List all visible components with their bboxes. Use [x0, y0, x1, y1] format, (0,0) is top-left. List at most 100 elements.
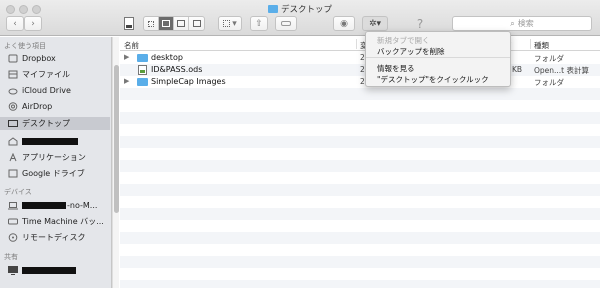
sidebar-item-desktop[interactable]: デスクトップ	[0, 117, 110, 130]
cloud-icon	[8, 88, 18, 95]
empty-row	[120, 208, 600, 220]
sidebar-item-label: Dropbox	[22, 54, 56, 63]
menu-item-open-in-new-tab[interactable]: 新規タブで開く	[377, 35, 430, 46]
empty-row	[120, 112, 600, 124]
search-field[interactable]: ⌕ 検索	[452, 16, 592, 31]
arrange-icon	[223, 20, 231, 27]
time-machine-icon	[8, 218, 18, 225]
sidebar-item-label: デスクトップ	[22, 119, 70, 128]
empty-row	[120, 268, 600, 280]
list-view-button[interactable]	[159, 17, 174, 30]
sidebar-item-icloud[interactable]: iCloud Drive	[0, 84, 110, 97]
empty-row	[120, 184, 600, 196]
sidebar-item-label: AirDrop	[22, 102, 53, 111]
empty-row	[120, 136, 600, 148]
menu-item-delete-backup[interactable]: バックアップを削除	[377, 46, 445, 57]
shared-header: 共有	[4, 253, 18, 261]
action-button[interactable]: ✲▾	[362, 16, 388, 31]
sidebar-item-google-drive[interactable]: Google ドライブ	[0, 167, 110, 180]
file-icon	[124, 17, 134, 30]
laptop-icon	[8, 202, 18, 210]
redacted-device-name	[22, 202, 66, 209]
eye-icon: ◉	[340, 18, 348, 29]
disclosure-triangle-icon[interactable]: ▶	[124, 77, 129, 85]
toolbar: デスクトップ ‹ › ▾ ⇧ ◉ ✲▾ ? ⌕ 検索	[0, 0, 600, 36]
favorites-header: よく使う項目	[4, 42, 46, 50]
icon-view-button[interactable]	[144, 17, 159, 30]
chevron-down-icon: ▾	[232, 18, 237, 29]
forward-button[interactable]: ›	[24, 16, 42, 31]
table-row[interactable]: ▶ desktop 2 フォルダ	[120, 52, 600, 64]
sidebar-scrollbar[interactable]	[112, 37, 119, 288]
table-row[interactable]: ID&PASS.ods 2 KB Open...t 表計算	[120, 64, 600, 76]
column-name[interactable]: 名前	[124, 40, 139, 51]
file-kind: フォルダ	[534, 54, 564, 63]
empty-row	[120, 196, 600, 208]
table-row[interactable]: ▶ SimpleCap Images 2 フォルダ	[120, 76, 600, 88]
desktop-icon	[8, 120, 18, 127]
column-header: 名前 変 ズ 種類	[120, 37, 600, 51]
disclosure-triangle-icon[interactable]: ▶	[124, 53, 129, 61]
sidebar-item-mac[interactable]: -no-M...	[0, 199, 110, 212]
cover-flow-icon	[192, 20, 201, 27]
sidebar-item-time-machine[interactable]: Time Machine バッ...	[0, 215, 110, 228]
column-kind[interactable]: 種類	[534, 40, 549, 51]
sidebar-item-label: Time Machine バッ...	[22, 217, 104, 226]
menu-item-get-info[interactable]: 情報を見る	[377, 63, 415, 74]
arrange-button[interactable]: ▾	[218, 16, 242, 31]
file-size: KB	[512, 65, 523, 74]
back-button[interactable]: ‹	[6, 16, 24, 31]
quick-look-button[interactable]: ◉	[333, 16, 355, 31]
sidebar-item-home[interactable]	[0, 135, 110, 148]
all-files-icon	[8, 70, 18, 79]
view-mode-segment	[143, 16, 205, 31]
sidebar-item-airdrop[interactable]: AirDrop	[0, 100, 110, 113]
dropbox-icon	[8, 54, 18, 63]
tag-icon	[281, 21, 291, 26]
document-icon	[138, 65, 147, 75]
sidebar-item-label: -no-M...	[67, 201, 98, 210]
sidebar-item-shared-computer[interactable]	[0, 264, 110, 277]
grid-icon	[148, 20, 154, 27]
cover-flow-button[interactable]	[189, 17, 204, 30]
chevron-right-icon: ›	[31, 18, 35, 29]
sidebar-item-label: マイファイル	[22, 70, 70, 79]
chevron-left-icon: ‹	[13, 18, 17, 29]
share-button[interactable]: ⇧	[250, 16, 268, 31]
empty-row	[120, 160, 600, 172]
column-divider	[530, 39, 531, 49]
columns-icon	[177, 20, 185, 27]
action-menu: 新規タブで開く バックアップを削除 情報を見る "デスクトップ"をクイックルック	[365, 31, 511, 87]
gear-icon: ✲▾	[368, 18, 382, 29]
folder-icon	[137, 78, 148, 86]
window-title-text: デスクトップ	[280, 5, 332, 15]
menu-separator	[366, 57, 510, 58]
share-icon: ⇧	[255, 18, 263, 29]
home-icon	[8, 137, 18, 146]
file-name: SimpleCap Images	[151, 77, 226, 86]
menu-item-quick-look[interactable]: "デスクトップ"をクイックルック	[377, 74, 489, 85]
file-name: ID&PASS.ods	[151, 65, 203, 74]
file-name: desktop	[151, 53, 183, 62]
sidebar-item-label: リモートディスク	[22, 233, 86, 242]
empty-row	[120, 172, 600, 184]
applications-icon	[9, 153, 17, 162]
folder-icon	[267, 5, 278, 13]
file-list: 名前 変 ズ 種類 ▶ desktop 2 フォルダ ID&PASS.ods 2…	[120, 37, 600, 288]
scrollbar-thumb[interactable]	[114, 65, 119, 213]
list-icon	[162, 20, 170, 27]
column-view-button[interactable]	[174, 17, 189, 30]
airdrop-icon	[8, 102, 18, 111]
sidebar-item-remote-disc[interactable]: リモートディスク	[0, 231, 110, 244]
sidebar-item-applications[interactable]: アプリケーション	[0, 151, 110, 164]
empty-row	[120, 88, 600, 100]
empty-row	[120, 232, 600, 244]
help-icon[interactable]: ?	[412, 16, 428, 31]
tags-button[interactable]	[275, 16, 297, 31]
file-kind: フォルダ	[534, 78, 564, 87]
sidebar-item-all-files[interactable]: マイファイル	[0, 68, 110, 81]
file-kind: Open...t 表計算	[534, 66, 590, 75]
sidebar-item-dropbox[interactable]: Dropbox	[0, 52, 110, 65]
search-placeholder: 検索	[517, 19, 534, 28]
document-icon[interactable]	[122, 16, 136, 31]
